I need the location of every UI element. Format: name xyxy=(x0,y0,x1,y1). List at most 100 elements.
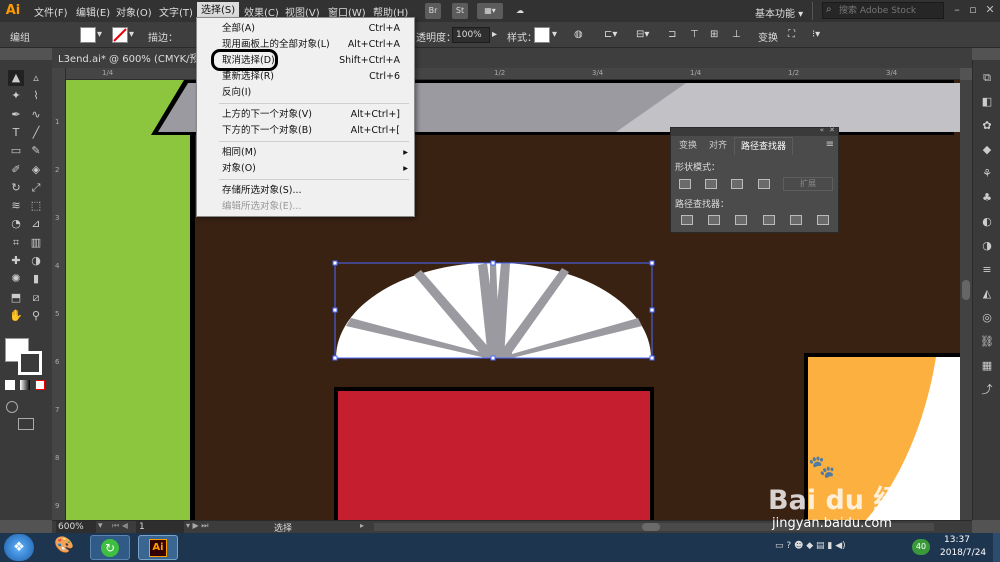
graphic-style-swatch[interactable] xyxy=(534,27,550,43)
scroll-thumb[interactable] xyxy=(962,280,970,300)
layers-icon[interactable]: ◧ xyxy=(979,94,995,110)
paint-app-icon[interactable]: 🎨 xyxy=(46,535,82,560)
graphic-styles-icon[interactable]: ◐ xyxy=(979,214,995,230)
panel-menu-icon[interactable]: ≡ xyxy=(826,139,834,150)
opacity-flyout-icon[interactable]: ▸ xyxy=(492,29,497,40)
expand-button[interactable]: 扩展 xyxy=(783,177,833,191)
artboard-icon[interactable]: ⬒ xyxy=(8,290,24,306)
free-transform-icon[interactable]: ⬚ xyxy=(28,198,44,214)
shaper-icon[interactable]: ✐ xyxy=(8,162,24,178)
start-button[interactable]: ❖ xyxy=(4,534,34,561)
trim-icon[interactable] xyxy=(708,215,720,225)
vertical-scrollbar[interactable] xyxy=(960,80,972,520)
outline-icon[interactable] xyxy=(790,215,802,225)
minus-front-icon[interactable] xyxy=(705,179,717,189)
tab-pathfinder[interactable]: 路径查找器 xyxy=(734,137,794,155)
show-desktop-button[interactable] xyxy=(993,533,1000,562)
hand-icon[interactable]: ✋ xyxy=(8,308,24,324)
red-door[interactable] xyxy=(338,391,650,520)
align-top-icon[interactable]: ⊤ xyxy=(690,29,699,40)
green-shape[interactable] xyxy=(66,80,194,520)
color-icon[interactable]: ✿ xyxy=(979,118,995,134)
gradient-icon[interactable]: ◭ xyxy=(979,286,995,302)
line-icon[interactable]: ╱ xyxy=(28,125,44,141)
blend-icon[interactable]: ◑ xyxy=(28,253,44,269)
transform-link[interactable]: 变换 xyxy=(758,29,778,44)
gradient-mode-icon[interactable] xyxy=(20,380,30,390)
perspective-icon[interactable]: ⊿ xyxy=(28,216,44,232)
intersect-icon[interactable] xyxy=(731,179,743,189)
align-bottom-icon[interactable]: ⊥ xyxy=(732,29,741,40)
align-right-icon[interactable]: ⊐ xyxy=(668,29,676,40)
menu-item-same[interactable]: 相同(M) ▸ xyxy=(197,145,414,161)
zoom-icon[interactable]: ⚲ xyxy=(28,308,44,324)
chevron-down-icon[interactable]: ▾ xyxy=(129,29,134,40)
maximize-icon[interactable]: ▫ xyxy=(966,3,980,17)
notification-badge[interactable]: 40 xyxy=(912,539,930,555)
symbols-icon[interactable]: ♣ xyxy=(979,190,995,206)
paintbrush-icon[interactable]: ✎ xyxy=(28,143,44,159)
magic-wand-icon[interactable]: ✦ xyxy=(8,88,24,104)
artboard-number-input[interactable]: 1 xyxy=(136,521,184,533)
minus-back-icon[interactable] xyxy=(817,215,829,225)
rotate-icon[interactable]: ↻ xyxy=(8,180,24,196)
eraser-icon[interactable]: ◈ xyxy=(28,162,44,178)
links-icon[interactable]: ⛓ xyxy=(979,334,995,350)
menu-item-next-above[interactable]: 上方的下一个对象(V) Alt+Ctrl+] xyxy=(197,107,414,123)
menu-object[interactable]: 对象(O) xyxy=(116,4,152,19)
scale-icon[interactable]: ⤢ xyxy=(28,180,44,196)
menu-type[interactable]: 文字(T) xyxy=(159,4,193,19)
none-mode-icon[interactable] xyxy=(35,380,45,390)
asset-export-icon[interactable]: ⤴ xyxy=(979,382,995,398)
menu-item-all[interactable]: 全部(A) Ctrl+A xyxy=(197,21,414,37)
stroke-icon[interactable]: ≡ xyxy=(979,262,995,278)
gradient-icon[interactable]: ▥ xyxy=(28,235,44,251)
close-icon[interactable]: ✕ xyxy=(983,3,997,17)
workspace-switcher[interactable]: 基本功能 ▾ xyxy=(755,5,803,20)
menu-file[interactable]: 文件(F) xyxy=(34,4,68,19)
menu-item-object[interactable]: 对象(O) ▸ xyxy=(197,161,414,177)
align-center-icon[interactable]: ⊟▾ xyxy=(636,29,649,40)
type-icon[interactable]: T xyxy=(8,125,24,141)
rectangle-icon[interactable]: ▭ xyxy=(8,143,24,159)
tab-align[interactable]: 对齐 xyxy=(703,137,733,155)
clock-date[interactable]: 2018/7/24 xyxy=(940,548,986,558)
appearance-icon[interactable]: ◑ xyxy=(979,238,995,254)
pen-icon[interactable]: ✒ xyxy=(8,107,24,123)
brushes-icon[interactable]: ⚘ xyxy=(979,166,995,182)
zoom-input[interactable]: 600% xyxy=(56,521,96,533)
stock-search-input[interactable] xyxy=(822,2,944,19)
recolor-artwork-icon[interactable]: ◍ xyxy=(574,29,583,40)
crop-icon[interactable] xyxy=(763,215,775,225)
fanlight-semicircle[interactable] xyxy=(336,262,651,358)
illustrator-taskbar-button[interactable]: Ai xyxy=(138,535,178,560)
chevron-down-icon[interactable]: ▾ xyxy=(97,29,102,40)
direct-select-icon[interactable]: ▵ xyxy=(28,70,44,86)
options-icon[interactable]: ⁝▾ xyxy=(812,29,820,40)
libraries-icon[interactable]: ⧉ xyxy=(979,70,995,86)
curvature-icon[interactable]: ∿ xyxy=(28,107,44,123)
panel-header[interactable]: « ✕ xyxy=(671,126,838,136)
unite-icon[interactable] xyxy=(679,179,691,189)
zoom-dropdown-icon[interactable]: ▾ xyxy=(98,521,103,531)
color-mode-icon[interactable] xyxy=(5,380,15,390)
swatches-icon[interactable]: ◆ xyxy=(979,142,995,158)
column-graph-icon[interactable]: ▮ xyxy=(28,271,44,287)
clock-time[interactable]: 13:37 xyxy=(944,535,970,545)
transparency-icon[interactable]: ◎ xyxy=(979,310,995,326)
collapse-icon[interactable]: « xyxy=(820,126,824,134)
stock-icon[interactable]: St xyxy=(452,3,468,19)
opacity-input[interactable]: 100% xyxy=(452,27,490,43)
artboards-icon[interactable]: ▦ xyxy=(979,358,995,374)
menu-item-save-selection[interactable]: 存储所选对象(S)... xyxy=(197,183,414,199)
warp-icon[interactable]: ≋ xyxy=(8,198,24,214)
divide-icon[interactable] xyxy=(681,215,693,225)
align-middle-icon[interactable]: ⊞ xyxy=(710,29,718,40)
first-artboard-icon[interactable]: ⏮ ◀ xyxy=(112,521,128,531)
screen-mode-icon[interactable] xyxy=(18,418,34,430)
arrange-documents-icon[interactable]: ▦▾ xyxy=(477,3,503,19)
close-icon[interactable]: ✕ xyxy=(829,126,835,134)
menu-edit[interactable]: 编辑(E) xyxy=(76,4,110,19)
eyedropper-icon[interactable]: ✚ xyxy=(8,253,24,269)
isolate-icon[interactable]: ⛶ xyxy=(788,29,795,40)
